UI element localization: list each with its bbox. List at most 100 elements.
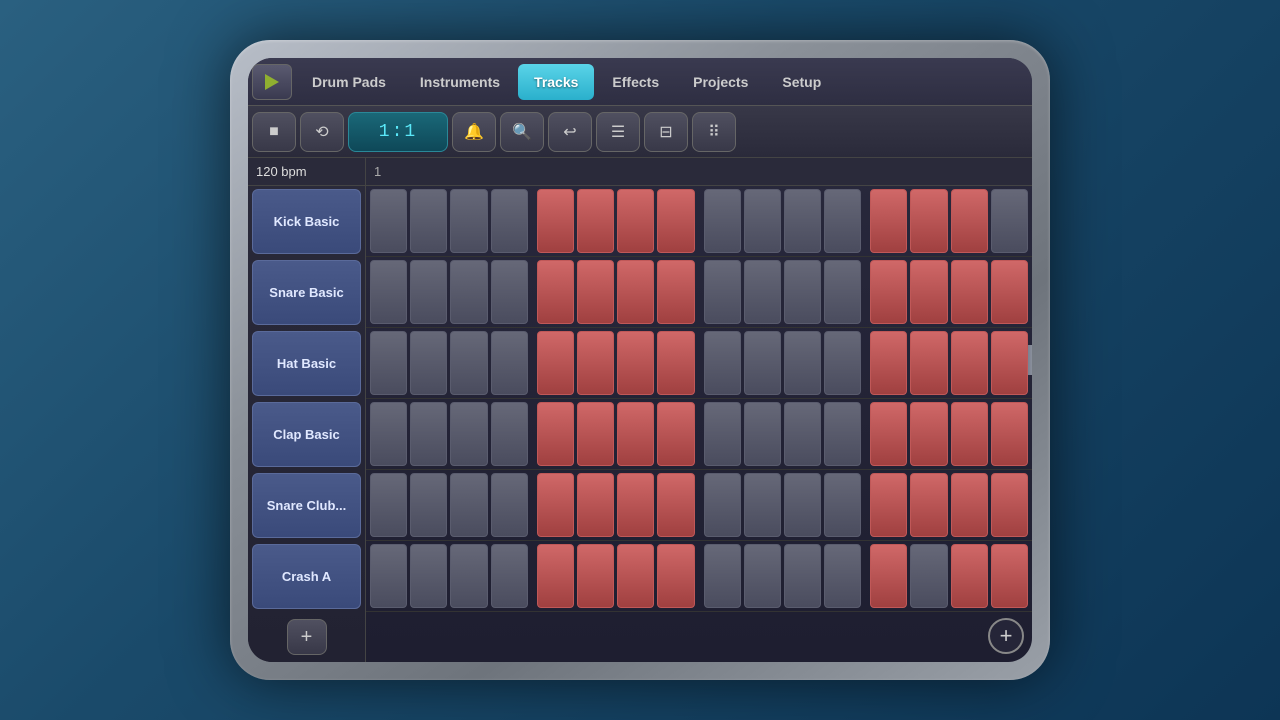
- pad-cell[interactable]: [537, 331, 574, 395]
- pad-cell[interactable]: [491, 331, 528, 395]
- list-view-button[interactable]: ☰: [596, 112, 640, 152]
- pad-cell[interactable]: [704, 402, 741, 466]
- pad-cell[interactable]: [704, 189, 741, 253]
- pad-cell[interactable]: [951, 402, 988, 466]
- pad-cell[interactable]: [410, 473, 447, 537]
- pad-cell[interactable]: [744, 544, 781, 608]
- pad-cell[interactable]: [491, 189, 528, 253]
- pad-cell[interactable]: [744, 189, 781, 253]
- pad-cell[interactable]: [824, 473, 861, 537]
- pad-cell[interactable]: [491, 260, 528, 324]
- pad-cell[interactable]: [370, 544, 407, 608]
- pad-cell[interactable]: [910, 260, 947, 324]
- pad-cell[interactable]: [537, 260, 574, 324]
- pad-cell[interactable]: [537, 473, 574, 537]
- pad-cell[interactable]: [577, 402, 614, 466]
- pad-cell[interactable]: [870, 402, 907, 466]
- pad-cell[interactable]: [491, 402, 528, 466]
- pad-cell[interactable]: [657, 260, 694, 324]
- add-pattern-button[interactable]: +: [988, 618, 1024, 654]
- pad-cell[interactable]: [577, 260, 614, 324]
- pad-cell[interactable]: [577, 473, 614, 537]
- pad-cell[interactable]: [910, 402, 947, 466]
- pad-cell[interactable]: [951, 260, 988, 324]
- pad-cell[interactable]: [370, 331, 407, 395]
- pad-cell[interactable]: [657, 473, 694, 537]
- pad-cell[interactable]: [577, 331, 614, 395]
- pad-cell[interactable]: [410, 189, 447, 253]
- pad-cell[interactable]: [577, 189, 614, 253]
- pad-cell[interactable]: [410, 544, 447, 608]
- pad-cell[interactable]: [824, 260, 861, 324]
- pad-cell[interactable]: [617, 189, 654, 253]
- stop-button[interactable]: ■: [252, 112, 296, 152]
- pad-cell[interactable]: [450, 189, 487, 253]
- pad-cell[interactable]: [784, 402, 821, 466]
- pad-cell[interactable]: [744, 402, 781, 466]
- pad-cell[interactable]: [870, 473, 907, 537]
- pad-cell[interactable]: [824, 544, 861, 608]
- pad-cell[interactable]: [824, 331, 861, 395]
- pad-cell[interactable]: [824, 189, 861, 253]
- pad-cell[interactable]: [704, 473, 741, 537]
- pad-cell[interactable]: [991, 473, 1028, 537]
- pad-cell[interactable]: [951, 473, 988, 537]
- pad-cell[interactable]: [577, 544, 614, 608]
- pad-cell[interactable]: [870, 544, 907, 608]
- track-clap-basic[interactable]: Clap Basic: [252, 402, 361, 467]
- pad-cell[interactable]: [657, 331, 694, 395]
- pad-cell[interactable]: [450, 331, 487, 395]
- tab-drum-pads[interactable]: Drum Pads: [296, 64, 402, 100]
- pad-cell[interactable]: [951, 544, 988, 608]
- pad-cell[interactable]: [910, 473, 947, 537]
- grid-view-button[interactable]: ⊟: [644, 112, 688, 152]
- pad-cell[interactable]: [617, 402, 654, 466]
- undo-button[interactable]: ↩: [548, 112, 592, 152]
- pad-cell[interactable]: [410, 402, 447, 466]
- pad-cell[interactable]: [910, 544, 947, 608]
- pad-cell[interactable]: [370, 473, 407, 537]
- pad-cell[interactable]: [450, 473, 487, 537]
- pad-cell[interactable]: [370, 402, 407, 466]
- pad-cell[interactable]: [991, 189, 1028, 253]
- pad-cell[interactable]: [870, 331, 907, 395]
- pad-cell[interactable]: [657, 544, 694, 608]
- pad-cell[interactable]: [657, 189, 694, 253]
- pad-cell[interactable]: [617, 473, 654, 537]
- pad-cell[interactable]: [617, 331, 654, 395]
- search-button[interactable]: 🔍: [500, 112, 544, 152]
- tab-effects[interactable]: Effects: [596, 64, 675, 100]
- pad-cell[interactable]: [991, 544, 1028, 608]
- pad-cell[interactable]: [704, 544, 741, 608]
- track-crash-a[interactable]: Crash A: [252, 544, 361, 609]
- pad-cell[interactable]: [491, 473, 528, 537]
- pad-cell[interactable]: [784, 473, 821, 537]
- pad-cell[interactable]: [951, 189, 988, 253]
- pad-cell[interactable]: [744, 331, 781, 395]
- pad-cell[interactable]: [704, 331, 741, 395]
- pad-cell[interactable]: [410, 331, 447, 395]
- pad-cell[interactable]: [910, 189, 947, 253]
- side-button[interactable]: [1028, 345, 1032, 375]
- play-button[interactable]: [252, 64, 292, 100]
- track-kick-basic[interactable]: Kick Basic: [252, 189, 361, 254]
- add-track-button[interactable]: +: [287, 619, 327, 655]
- track-hat-basic[interactable]: Hat Basic: [252, 331, 361, 396]
- pad-cell[interactable]: [537, 544, 574, 608]
- track-snare-club[interactable]: Snare Club...: [252, 473, 361, 538]
- pad-cell[interactable]: [784, 331, 821, 395]
- pad-cell[interactable]: [450, 260, 487, 324]
- pad-cell[interactable]: [870, 260, 907, 324]
- pad-cell[interactable]: [910, 331, 947, 395]
- metronome-button[interactable]: 🔔: [452, 112, 496, 152]
- tab-instruments[interactable]: Instruments: [404, 64, 516, 100]
- track-snare-basic[interactable]: Snare Basic: [252, 260, 361, 325]
- pad-cell[interactable]: [991, 260, 1028, 324]
- pad-cell[interactable]: [991, 331, 1028, 395]
- pad-cell[interactable]: [617, 260, 654, 324]
- tab-setup[interactable]: Setup: [766, 64, 837, 100]
- pad-cell[interactable]: [537, 189, 574, 253]
- pad-cell[interactable]: [744, 260, 781, 324]
- pad-cell[interactable]: [491, 544, 528, 608]
- loop-button[interactable]: ⟲: [300, 112, 344, 152]
